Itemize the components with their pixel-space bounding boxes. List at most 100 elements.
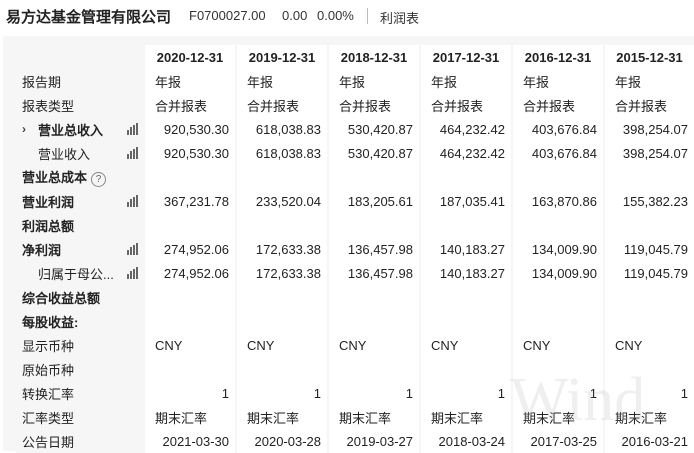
table-row: 公告日期 2021-03-30 2020-03-28 2019-03-27 2018-0…	[16, 429, 694, 453]
table-cell	[143, 285, 236, 309]
title-bar: 易方达基金管理有限公司 F0700027.00 0.00 0.00% 利润表	[0, 0, 694, 32]
row-label: 报告期	[16, 69, 144, 93]
question-circle-icon[interactable]: ?	[91, 171, 107, 187]
table-cell	[603, 309, 694, 333]
table-cell	[511, 309, 604, 333]
row-label-text: 公告日期	[22, 434, 75, 450]
table-cell	[327, 357, 420, 381]
table-cell	[235, 213, 328, 237]
row-label-text: 营业收入	[38, 146, 91, 162]
table-cell: 403,676.84	[511, 117, 604, 141]
table-cell: 398,254.07	[603, 141, 694, 165]
table-cell	[511, 165, 604, 189]
table-cell	[511, 285, 604, 309]
table-cell	[511, 357, 604, 381]
row-label-text: 综合收益总额	[22, 290, 101, 306]
table-row: 归属于母公... 274,952.06 172,633.38 136,457.98 14…	[16, 261, 694, 285]
table-row: 综合收益总额	[16, 285, 694, 309]
row-label: 利润总额	[16, 213, 144, 237]
tab-income-statement[interactable]: 利润表	[380, 8, 419, 27]
column-header[interactable]: 2017-12-31	[419, 45, 512, 69]
table-row: 报告期 年报 年报 年报 年报 年报 年报	[16, 69, 694, 93]
table-cell	[143, 309, 236, 333]
table-cell	[603, 213, 694, 237]
table-cell	[419, 357, 512, 381]
table-cell: 140,183.27	[419, 261, 512, 285]
chevron-right-icon[interactable]: ›	[22, 122, 26, 136]
table-cell	[235, 309, 328, 333]
table-cell: 155,382.23	[603, 189, 694, 213]
bar-chart-icon[interactable]	[127, 147, 139, 159]
row-label: 每股收益:	[16, 309, 144, 333]
table-cell: 2017-03-25	[511, 429, 604, 453]
row-label: 营业利润	[16, 189, 144, 213]
table-cell: 618,038.83	[235, 117, 328, 141]
table-row: 营业利润 367,231.78 233,520.04 183,205.61 187,03…	[16, 189, 694, 213]
column-header[interactable]: 2018-12-31	[327, 45, 420, 69]
table-cell: 367,231.78	[143, 189, 236, 213]
row-label-text: 转换汇率	[22, 386, 75, 402]
table-cell: 2021-03-30	[143, 429, 236, 453]
table-cell	[143, 357, 236, 381]
table-cell	[143, 165, 236, 189]
table-cell: 2016-03-21	[603, 429, 694, 453]
table-cell: CNY	[419, 333, 512, 357]
bar-chart-icon[interactable]	[127, 123, 139, 135]
row-label: 综合收益总额	[16, 285, 144, 309]
income-statement-table: 2020-12-31 2019-12-31 2018-12-31 2017-12…	[16, 45, 694, 453]
table-cell: 合并报表	[419, 93, 512, 117]
column-header[interactable]: 2019-12-31	[235, 45, 328, 69]
table-row: 营业总成本?	[16, 165, 694, 189]
row-label: › 营业总收入	[16, 117, 144, 141]
table-cell: 134,009.90	[511, 237, 604, 261]
table-row: 每股收益:	[16, 309, 694, 333]
table-cell: 年报	[603, 69, 694, 93]
table-cell: 期末汇率	[511, 405, 604, 429]
table-cell: 1	[143, 381, 236, 405]
table-row: › 营业总收入 920,530.30 618,038.83 530,420.87 464,…	[16, 117, 694, 141]
row-label: 公告日期	[16, 429, 144, 453]
table-cell	[419, 285, 512, 309]
table-cell: CNY	[143, 333, 236, 357]
row-label-text: 汇率类型	[22, 410, 75, 426]
row-label-text: 报告期	[22, 74, 62, 90]
security-code: F0700027.00	[189, 8, 266, 23]
table-cell: 920,530.30	[143, 117, 236, 141]
table-cell: 年报	[143, 69, 236, 93]
row-label: 营业收入	[16, 141, 144, 165]
table-cell: 920,530.30	[143, 141, 236, 165]
table-cell: 134,009.90	[511, 261, 604, 285]
column-header[interactable]: 2020-12-31	[143, 45, 236, 69]
table-cell	[143, 213, 236, 237]
table-cell: CNY	[603, 333, 694, 357]
column-header[interactable]: 2016-12-31	[511, 45, 604, 69]
table-cell: 合并报表	[511, 93, 604, 117]
table-cell: 464,232.42	[419, 141, 512, 165]
table-row: 净利润 274,952.06 172,633.38 136,457.98 140,183…	[16, 237, 694, 261]
table-cell: 2019-03-27	[327, 429, 420, 453]
table-cell	[327, 213, 420, 237]
table-cell	[603, 357, 694, 381]
table-cell: 合并报表	[603, 93, 694, 117]
table-cell	[235, 357, 328, 381]
table-row: 原始币种	[16, 357, 694, 381]
bar-chart-icon[interactable]	[127, 267, 139, 279]
table-cell: 1	[235, 381, 328, 405]
table-cell: 年报	[235, 69, 328, 93]
table-cell: 期末汇率	[603, 405, 694, 429]
table-cell: 1	[603, 381, 694, 405]
table-cell: 136,457.98	[327, 261, 420, 285]
table-cell	[419, 165, 512, 189]
change-percent: 0.00%	[317, 8, 354, 23]
bar-chart-icon[interactable]	[127, 195, 139, 207]
table-cell	[327, 309, 420, 333]
row-label: 营业总成本?	[16, 165, 144, 189]
row-label-text: 显示币种	[22, 338, 75, 354]
table-cell	[419, 213, 512, 237]
column-header[interactable]: 2015-12-31	[603, 45, 694, 69]
table-cell	[419, 309, 512, 333]
bar-chart-icon[interactable]	[127, 243, 139, 255]
table-cell: CNY	[327, 333, 420, 357]
table-cell: 合并报表	[235, 93, 328, 117]
table-cell: 1	[511, 381, 604, 405]
